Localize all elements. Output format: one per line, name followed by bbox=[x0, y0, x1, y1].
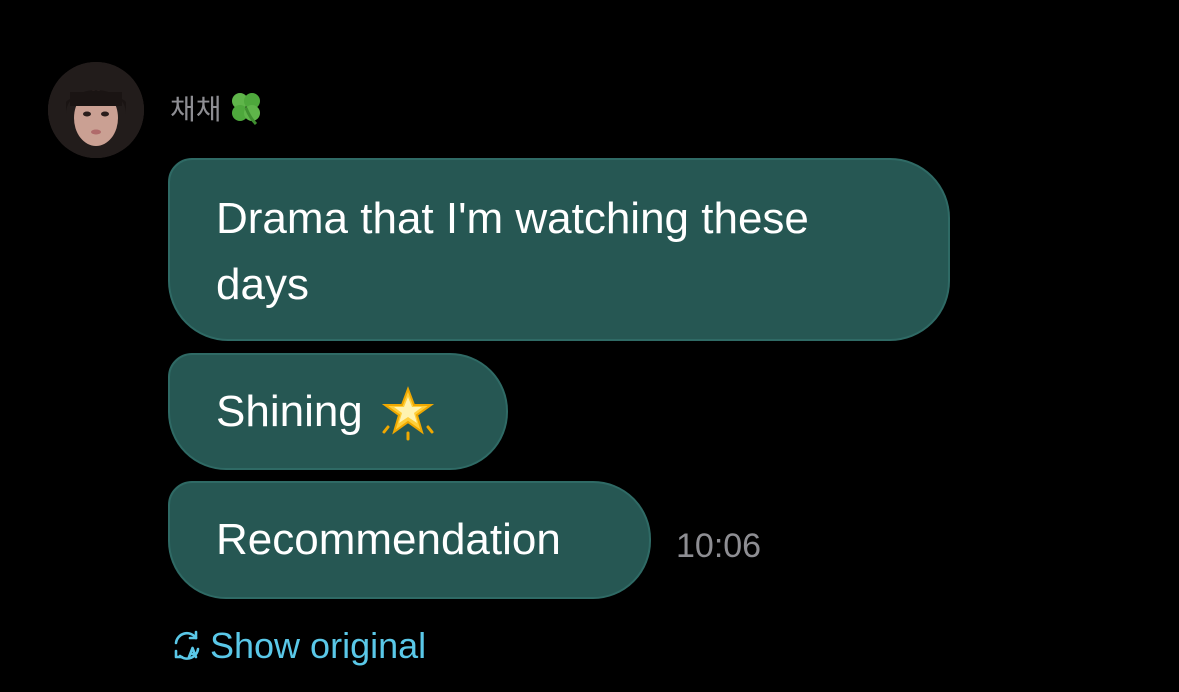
show-original-label: Show original bbox=[210, 625, 427, 666]
translate-refresh-icon bbox=[170, 629, 204, 663]
message-timestamp: 10:06 bbox=[676, 527, 762, 565]
message-text: Shining bbox=[216, 386, 363, 436]
sender-name: 채채 bbox=[170, 94, 222, 125]
four-leaf-clover-icon bbox=[226, 88, 266, 128]
avatar-photo bbox=[48, 62, 144, 158]
message-bubble[interactable]: Shining bbox=[168, 353, 508, 470]
sender-header: 채채 bbox=[170, 88, 266, 128]
message-bubble[interactable]: Drama that I'm watching these days bbox=[168, 158, 950, 341]
glowing-star-icon bbox=[379, 383, 437, 441]
avatar[interactable] bbox=[48, 62, 144, 158]
message-text: Recommendation bbox=[216, 515, 561, 564]
show-original-button[interactable]: Show original bbox=[170, 625, 426, 667]
message-bubble[interactable]: Recommendation bbox=[168, 481, 651, 599]
message-text: Drama that I'm watching these days bbox=[216, 194, 809, 309]
